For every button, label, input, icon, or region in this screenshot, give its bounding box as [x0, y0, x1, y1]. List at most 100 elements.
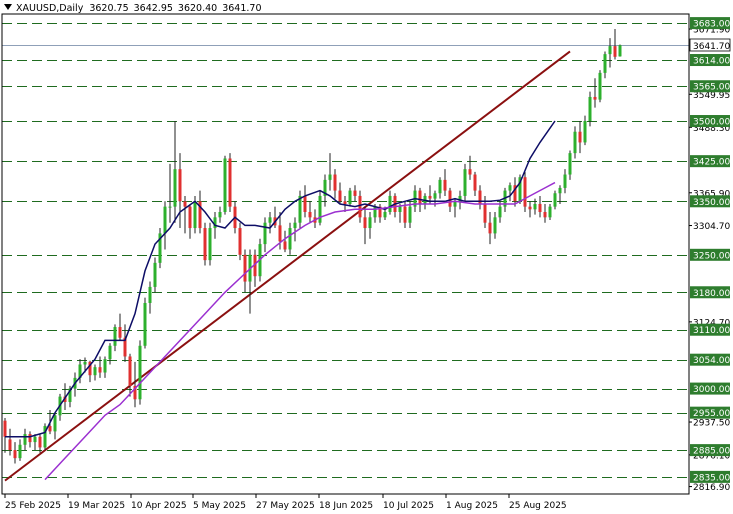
level-label-text: 3110.00	[693, 326, 730, 336]
candle-body	[403, 206, 407, 223]
candle-body	[408, 206, 412, 223]
candle-body	[493, 217, 497, 234]
candle-body	[28, 434, 32, 443]
candle-body	[573, 131, 577, 154]
x-tick-label: 10 Apr 2025	[131, 501, 187, 511]
y-tick-label: 2816.90	[693, 483, 730, 493]
candle-body	[588, 96, 592, 122]
candle-body	[428, 195, 432, 199]
candle-body	[473, 174, 477, 191]
candle-body	[608, 46, 612, 55]
candle-body	[93, 367, 97, 376]
level-label-text: 2835.00	[693, 473, 730, 483]
horizontal-levels	[2, 23, 689, 478]
candle-body	[508, 185, 512, 191]
x-tick-label: 19 Mar 2025	[68, 501, 125, 511]
candle-body	[53, 415, 57, 432]
candle-body	[113, 327, 117, 346]
y-tick-label: 2937.50	[693, 419, 730, 429]
candle-body	[83, 361, 87, 365]
candle-body	[278, 225, 282, 242]
candle-body	[448, 190, 452, 207]
x-tick-label: 5 May 2025	[193, 501, 246, 511]
candle-body	[388, 195, 392, 212]
candle-body	[23, 434, 27, 445]
candle-body	[333, 174, 337, 191]
candle-body	[303, 195, 307, 212]
candle-body	[98, 367, 102, 373]
candle-body	[48, 426, 52, 432]
candle-body	[593, 96, 597, 100]
candle-body	[268, 217, 272, 223]
candle-body	[238, 228, 242, 255]
y-tick-label: 3304.70	[693, 222, 730, 232]
trendline[interactable]	[4, 50, 571, 482]
candle-body	[558, 187, 562, 194]
candle-body	[568, 153, 572, 175]
level-label-text: 3565.00	[693, 83, 730, 93]
level-label-text: 3000.00	[693, 385, 730, 395]
candle-body	[293, 222, 297, 229]
candle-body	[578, 131, 582, 143]
candle-body	[613, 46, 617, 57]
candle-body	[18, 444, 22, 459]
candle-body	[483, 203, 487, 223]
price-chart[interactable]: 3671.903549.953488.303365.903304.703124.…	[0, 0, 733, 514]
candle-body	[223, 158, 227, 212]
candle-body	[528, 206, 532, 210]
axes-layer: 3671.903549.953488.303365.903304.703124.…	[1, 13, 730, 511]
candle-body	[203, 228, 207, 261]
candle-body	[583, 121, 587, 143]
moving-averages-layer	[5, 120, 556, 481]
level-label-text: 3250.00	[693, 251, 730, 261]
candle-body	[488, 222, 492, 234]
candle-body	[338, 190, 342, 202]
candle-body	[438, 179, 442, 194]
candle-body	[178, 169, 182, 202]
candle-body	[443, 179, 447, 191]
candle-body	[228, 158, 232, 207]
candle-body	[523, 177, 527, 207]
candle-body	[3, 420, 7, 437]
level-label-text: 3683.00	[693, 20, 730, 30]
level-label-text: 3500.00	[693, 118, 730, 128]
candle-body	[283, 241, 287, 250]
candle-body	[343, 201, 347, 204]
level-label-text: 3054.00	[693, 356, 730, 366]
candle-body	[208, 228, 212, 261]
x-tick-label: 18 Jun 2025	[319, 501, 373, 511]
plot-border	[1, 13, 690, 495]
candle-body	[548, 206, 552, 218]
candle-body	[153, 262, 157, 287]
candle-body	[398, 206, 402, 212]
candle-body	[363, 217, 367, 229]
candle-body	[553, 193, 557, 207]
candle-body	[128, 356, 132, 386]
candle-body	[358, 195, 362, 218]
x-tick-label: 25 Aug 2025	[509, 501, 567, 511]
candle-body	[563, 174, 567, 188]
candle-body	[288, 228, 292, 250]
candle-body	[163, 206, 167, 234]
candle-body	[368, 217, 372, 229]
candle-body	[193, 201, 197, 229]
candle-body	[498, 206, 502, 218]
candle-body	[463, 169, 467, 196]
candle-body	[603, 54, 607, 73]
candle-body	[138, 345, 142, 400]
candle-body	[148, 286, 152, 303]
current-price-label: 3641.70	[693, 42, 730, 52]
candle-body	[188, 206, 192, 229]
candle-body	[143, 302, 147, 346]
level-label-text: 3614.00	[693, 57, 730, 67]
candle-body	[13, 450, 17, 459]
level-label-text: 3350.00	[693, 198, 730, 208]
candle-body	[168, 206, 172, 208]
candle-body	[543, 211, 547, 218]
candle-body	[38, 436, 42, 448]
candle-body	[618, 45, 622, 57]
candle-body	[468, 169, 472, 175]
trendline-layer	[4, 50, 571, 482]
candle-body	[328, 174, 332, 180]
level-label-text: 3425.00	[693, 158, 730, 168]
